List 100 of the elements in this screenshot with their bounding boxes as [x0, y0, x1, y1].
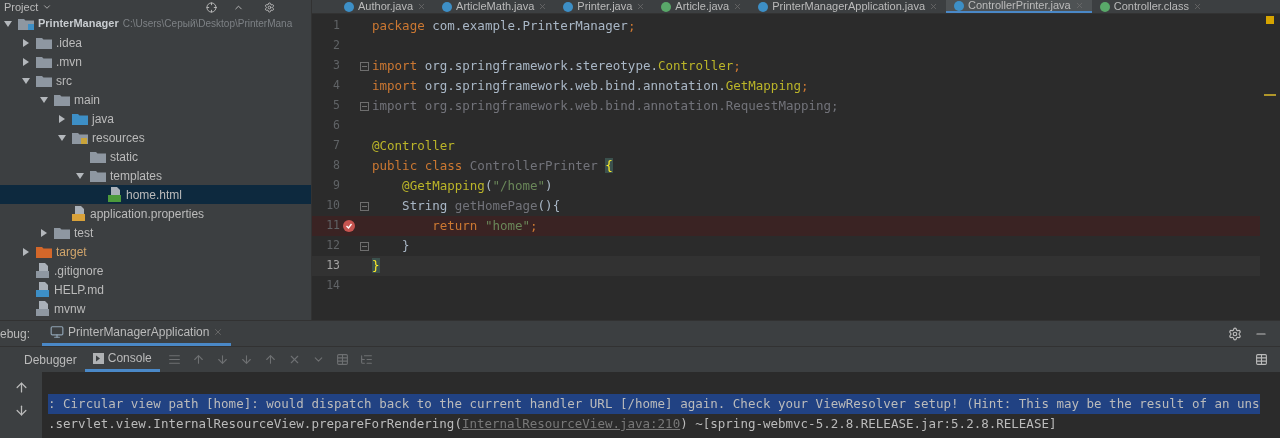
tree-item[interactable]: java — [0, 109, 311, 128]
line-number: 2 — [332, 37, 340, 55]
code-line: import org.springframework.web.bind.annotation.RequestMapping; — [372, 96, 839, 115]
file-type-icon — [563, 1, 574, 12]
tree-item[interactable]: .gitignore — [0, 261, 311, 280]
expanded-arrow-icon[interactable] — [4, 19, 12, 28]
tree-label: .mvn — [56, 53, 82, 71]
tree-label: main — [74, 91, 100, 109]
list-icon[interactable] — [167, 353, 181, 366]
tree-item[interactable]: home.html — [0, 185, 311, 204]
code-line: import org.springframework.web.bind.annotation.GetMapping; — [372, 76, 809, 95]
code-line: } — [401, 236, 410, 255]
warning-marker[interactable] — [1266, 16, 1274, 24]
editor-tab[interactable]: ControllerPrinter.java — [946, 0, 1092, 13]
line-number: 4 — [332, 77, 340, 95]
tree-item[interactable]: test — [0, 223, 311, 242]
tree-item[interactable]: mvnw — [0, 299, 311, 318]
collapsed-arrow-icon[interactable] — [22, 247, 30, 256]
tree-item[interactable]: application.properties — [0, 204, 311, 223]
scroll-down-icon[interactable] — [13, 403, 29, 418]
locate-icon[interactable] — [206, 1, 217, 13]
file-icon — [36, 263, 50, 278]
tree-item[interactable]: target — [0, 242, 311, 261]
tree-item[interactable]: main — [0, 90, 311, 109]
tree-list-icon[interactable] — [359, 353, 373, 366]
scrollbar-marker[interactable] — [1264, 94, 1276, 96]
debug-tab[interactable]: Debugger — [16, 347, 85, 372]
line-number: 3 — [332, 57, 340, 75]
tree-item[interactable]: .idea — [0, 33, 311, 52]
line-number: 9 — [332, 177, 340, 195]
line-number: 5 — [332, 97, 340, 115]
layout-icon[interactable] — [1255, 353, 1268, 366]
file-type-icon — [661, 1, 672, 12]
folder-icon — [36, 245, 52, 258]
close-tab-icon[interactable] — [213, 327, 224, 337]
tree-label: application.properties — [90, 205, 205, 223]
close-tab-icon[interactable] — [538, 2, 548, 11]
tree-item[interactable]: resources — [0, 128, 311, 147]
close-tab-icon[interactable] — [1192, 2, 1202, 11]
tree-label: target — [56, 243, 87, 261]
collapsed-arrow-icon[interactable] — [40, 228, 48, 237]
fold-icon[interactable] — [359, 101, 369, 111]
tree-item[interactable]: templates — [0, 166, 311, 185]
tree-label: .idea — [56, 34, 83, 52]
editor-tab[interactable]: Author.java — [336, 0, 435, 13]
application-icon — [50, 325, 65, 339]
tree-label: resources — [92, 129, 145, 147]
folder-icon — [90, 150, 106, 163]
settings-icon[interactable] — [264, 1, 275, 13]
table-icon[interactable] — [335, 353, 349, 366]
panel-title: ebug: — [0, 325, 31, 343]
close-tab-icon[interactable] — [929, 2, 938, 11]
expanded-arrow-icon[interactable] — [22, 76, 30, 85]
close-tab-icon[interactable] — [733, 2, 743, 11]
editor-tab[interactable]: Printer.java — [555, 0, 654, 13]
tree-item[interactable]: src — [0, 71, 311, 90]
expanded-arrow-icon[interactable] — [40, 95, 48, 104]
collapsed-arrow-icon[interactable] — [22, 57, 30, 66]
folder-icon — [54, 226, 70, 239]
editor-tab[interactable]: PrinterManagerApplication.java — [750, 0, 946, 13]
code-line: package com.example.PrinterManager; — [372, 16, 636, 35]
tree-item[interactable]: .mvn — [0, 52, 311, 71]
code-line: import org.springframework.stereotype.Controller; — [372, 56, 741, 75]
dropdown-caret-icon[interactable] — [42, 2, 53, 12]
fold-icon[interactable] — [359, 201, 369, 211]
code-line: public class ControllerPrinter { — [372, 156, 613, 175]
expanded-arrow-icon[interactable] — [76, 171, 84, 180]
code-line: String getHomePage(){ — [401, 196, 561, 215]
folder-icon — [54, 93, 70, 106]
file-icon — [36, 301, 50, 316]
folder-icon — [36, 55, 52, 68]
expanded-arrow-icon[interactable] — [58, 133, 66, 142]
file-type-icon — [954, 0, 964, 11]
line-number: 11 — [325, 217, 340, 235]
fold-icon[interactable] — [359, 241, 369, 251]
file-type-icon — [442, 1, 453, 12]
tree-item[interactable]: static — [0, 147, 311, 166]
tree-label: test — [74, 224, 94, 242]
collapsed-arrow-icon[interactable] — [22, 38, 30, 47]
close-tab-icon[interactable] — [417, 2, 427, 11]
close-tab-icon[interactable] — [636, 2, 646, 11]
panel-title[interactable]: Project — [4, 1, 39, 13]
breakpoint-icon[interactable] — [343, 220, 355, 232]
editor-tab[interactable]: Controller.class — [1091, 0, 1210, 13]
console-line: .servlet.view.InternalResourceView.prepareForRendering(InternalResourceView.java:210) ~[spring-webmvc-5.2.8.RELEASE.jar:5.2.8.RELEASE] — [48, 415, 1057, 433]
tree-label: PrinterManager — [38, 16, 119, 32]
collapsed-arrow-icon[interactable] — [58, 114, 66, 123]
console-icon — [92, 352, 104, 364]
editor-tab[interactable]: ArticleMath.java — [434, 0, 556, 13]
path-label: C:\Users\Серый\Desktop\PrinterMana — [122, 17, 293, 31]
tree-item[interactable]: HELP.md — [0, 280, 311, 299]
line-number: 13 — [325, 257, 340, 275]
file-icon — [36, 282, 50, 297]
editor-tab[interactable]: Article.java — [653, 0, 751, 13]
settings-icon[interactable] — [1228, 326, 1242, 341]
tree-item[interactable]: PrinterManager C:\Users\Серый\Desktop\PrinterMana — [0, 14, 311, 33]
file-icon — [108, 187, 122, 202]
scroll-up-icon[interactable] — [13, 380, 29, 395]
fold-icon[interactable] — [359, 61, 369, 71]
tree-label: HELP.md — [54, 281, 104, 299]
